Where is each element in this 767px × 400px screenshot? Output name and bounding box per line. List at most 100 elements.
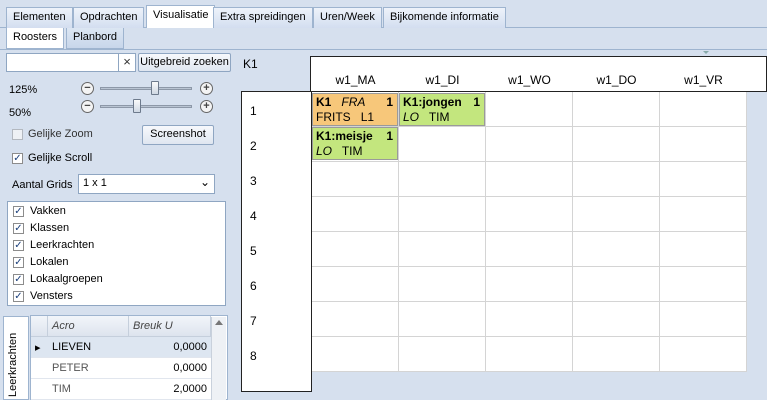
schedule-title: K1 <box>243 57 258 71</box>
lesson-class: K1:jongen <box>403 95 462 109</box>
day-header-ma: w1_MA <box>335 73 376 87</box>
cell-acro: PETER <box>52 362 89 374</box>
period-label: 5 <box>250 244 257 258</box>
vensters-checkbox[interactable]: ✓ <box>13 291 24 302</box>
zoom-1-plus-icon[interactable]: + <box>200 82 213 95</box>
clear-search-icon[interactable]: × <box>119 53 136 72</box>
grid-line <box>312 371 747 372</box>
zoom-2-minus-icon[interactable]: − <box>81 100 94 113</box>
element-type-list: ✓ Vakken ✓ Klassen ✓ Leerkrachten ✓ Loka… <box>7 201 226 306</box>
cell-acro: TIM <box>52 383 71 395</box>
teacher-table-scrollbar[interactable] <box>211 317 226 400</box>
lokalen-checkbox[interactable]: ✓ <box>13 257 24 268</box>
grid-line <box>312 196 747 197</box>
lesson-count: 1 <box>473 95 480 109</box>
grid-line <box>312 231 747 232</box>
grid-count-value: 1 x 1 <box>83 177 107 189</box>
cell-breuk: 2,0000 <box>173 383 207 395</box>
zoom-2-plus-icon[interactable]: + <box>200 100 213 113</box>
options-panel: × Uitgebreid zoeken 125% − + 50% − + Gel… <box>2 51 234 309</box>
screenshot-button[interactable]: Screenshot <box>142 125 214 145</box>
same-zoom-checkbox[interactable] <box>12 129 23 140</box>
grid-count-label: Aantal Grids <box>12 179 73 191</box>
same-scroll-label: Gelijke Scroll <box>28 152 93 164</box>
tab-elementen[interactable]: Elementen <box>6 7 73 28</box>
same-zoom-label: Gelijke Zoom <box>28 128 93 140</box>
list-item-lokaalgroepen: Lokaalgroepen <box>30 273 103 285</box>
period-label: 2 <box>250 139 257 153</box>
grid-line <box>312 161 747 162</box>
tab-leerkrachten-label: Leerkrachten <box>7 332 19 397</box>
grid-line <box>746 92 747 372</box>
period-label: 3 <box>250 174 257 188</box>
table-row[interactable]: ▸ LIEVEN 0,0000 <box>31 337 211 358</box>
zoom-1-minus-icon[interactable]: − <box>81 82 94 95</box>
period-label: 1 <box>250 104 257 118</box>
lesson-class: K1 <box>316 95 332 109</box>
tab-leerkrachten[interactable]: Leerkrachten <box>3 316 29 400</box>
lesson-subject: FRA <box>341 95 366 109</box>
list-item-leerkrachten: Leerkrachten <box>30 239 95 251</box>
lesson-teacher: FRITS <box>316 110 351 124</box>
tab-visualisatie[interactable]: Visualisatie <box>146 5 216 28</box>
period-label: 6 <box>250 279 257 293</box>
lesson-teacher: TIM <box>428 110 450 124</box>
list-item-klassen: Klassen <box>30 222 70 234</box>
chevron-down-icon: ⌄ <box>199 175 210 189</box>
tab-bijkomende-informatie[interactable]: Bijkomende informatie <box>383 7 506 28</box>
grid-line <box>312 301 747 302</box>
lesson-subject: LO <box>403 110 420 124</box>
list-item-lokalen: Lokalen <box>30 256 69 268</box>
scroll-up-icon[interactable] <box>215 320 223 325</box>
grid-line <box>572 92 573 372</box>
row-pointer-icon: ▸ <box>35 342 41 354</box>
column-header-acro[interactable]: Acro <box>48 316 129 337</box>
zoom-1-track <box>100 87 192 90</box>
zoom-2-label: 50% <box>9 107 32 119</box>
table-row[interactable]: TIM 2,0000 <box>31 379 211 400</box>
teacher-table: Acro Breuk U ▸ LIEVEN 0,0000 PETER 0,000… <box>30 315 228 400</box>
tab-uren-week[interactable]: Uren/Week <box>313 7 382 28</box>
column-header-breuk-u[interactable]: Breuk U <box>129 316 211 337</box>
period-header-column: 1 2 3 4 5 6 7 8 <box>241 91 312 392</box>
collapse-indicator-icon <box>703 51 709 54</box>
day-header-vr: w1_VR <box>684 73 723 87</box>
same-scroll-checkbox[interactable]: ✓ <box>12 153 23 164</box>
lesson-subject: LO <box>316 144 333 158</box>
day-header-do: w1_DO <box>596 73 637 87</box>
lesson-room: L1 <box>360 110 375 124</box>
tab-extra-spreidingen[interactable]: Extra spreidingen <box>213 7 313 28</box>
zoom-1-label: 125% <box>9 84 38 96</box>
list-item-vensters: Vensters <box>30 290 73 302</box>
lesson-teacher: TIM <box>341 144 363 158</box>
lesson-count: 1 <box>386 95 393 109</box>
subtab-divider <box>0 49 767 50</box>
period-label: 7 <box>250 314 257 328</box>
day-header-wo: w1_WO <box>508 73 551 87</box>
lesson-card[interactable]: K1:jongen 1 LO TIM <box>399 93 485 126</box>
day-header-di: w1_DI <box>425 73 460 87</box>
grid-line <box>312 266 747 267</box>
search-input[interactable] <box>6 53 119 72</box>
subtab-planbord[interactable]: Planbord <box>66 28 125 49</box>
vakken-checkbox[interactable]: ✓ <box>13 206 24 217</box>
grid-count-select[interactable]: 1 x 1 ⌄ <box>78 174 215 194</box>
advanced-search-button[interactable]: Uitgebreid zoeken <box>138 53 231 72</box>
lokaalgroepen-checkbox[interactable]: ✓ <box>13 274 24 285</box>
lesson-card[interactable]: K1:meisje 1 LO TIM <box>312 127 398 160</box>
zoom-2-slider[interactable] <box>132 99 141 113</box>
lesson-class: K1:meisje <box>316 129 373 143</box>
lesson-card[interactable]: K1 FRA 1 FRITS L1 <box>312 93 398 126</box>
leerkrachten-checkbox[interactable]: ✓ <box>13 240 24 251</box>
zoom-1-slider[interactable] <box>151 81 160 95</box>
tab-opdrachten[interactable]: Opdrachten <box>73 7 145 28</box>
grid-line <box>485 92 486 372</box>
table-row[interactable]: PETER 0,0000 <box>31 358 211 379</box>
klassen-checkbox[interactable]: ✓ <box>13 223 24 234</box>
list-item-vakken: Vakken <box>30 205 66 217</box>
subtab-roosters[interactable]: Roosters <box>6 28 65 49</box>
row-selector-header <box>31 316 48 337</box>
grid-line <box>312 336 747 337</box>
cell-breuk: 0,0000 <box>173 341 207 353</box>
grid-line <box>398 92 399 372</box>
